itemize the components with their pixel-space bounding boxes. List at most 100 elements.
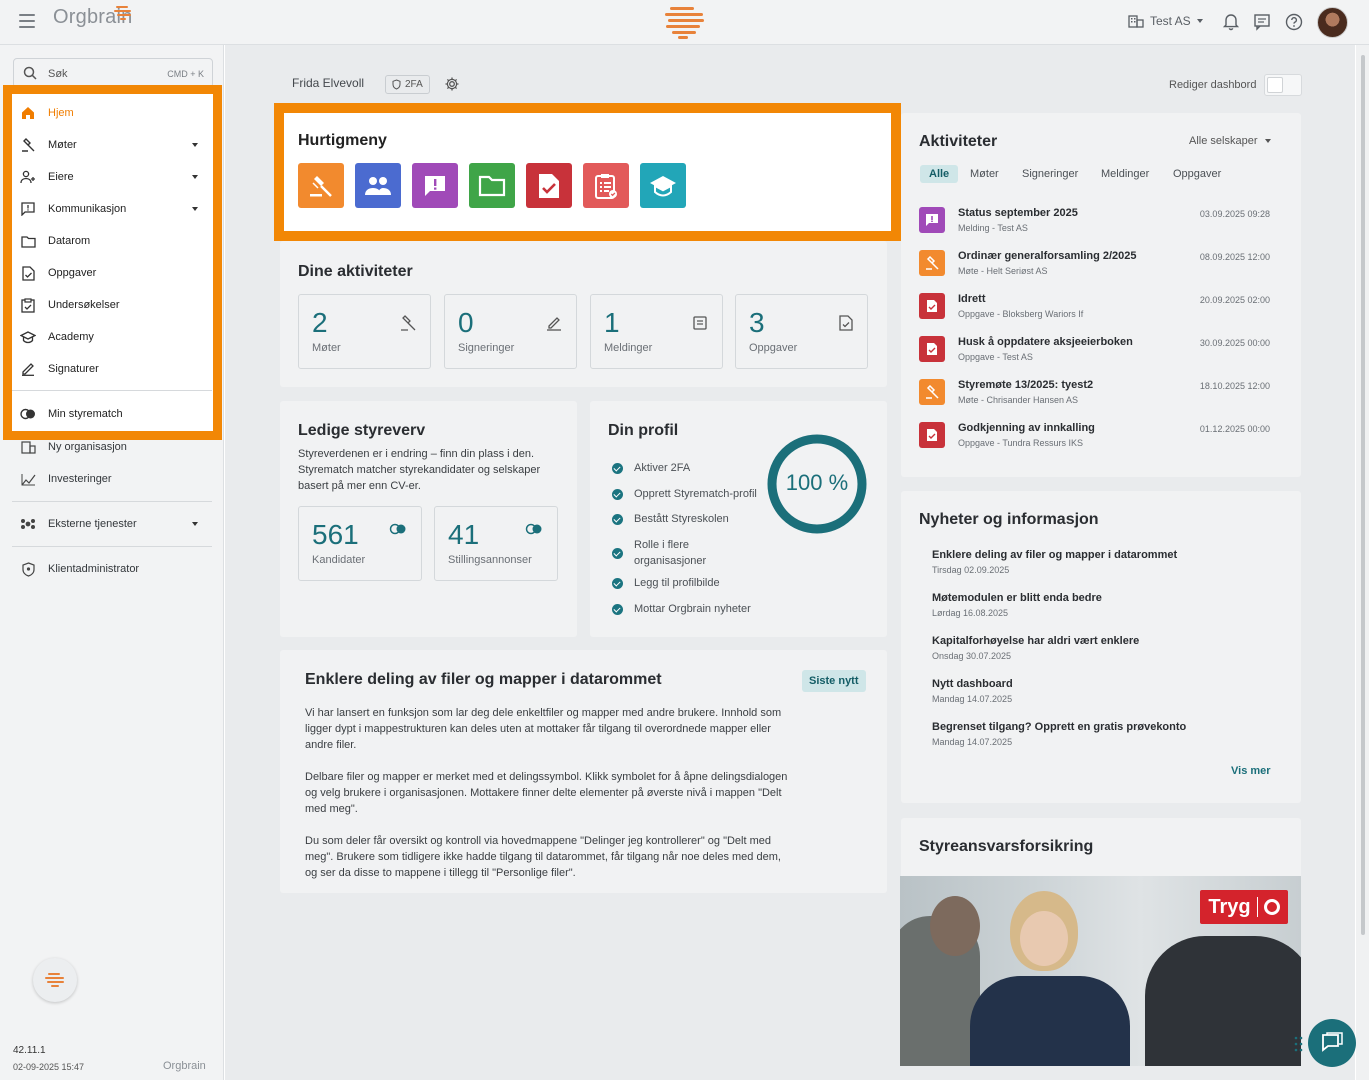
sidebar-item-tasks[interactable]: Oppgaver xyxy=(20,263,200,283)
activity-title: Ordinær generalforsamling 2/2025 xyxy=(958,250,1137,262)
search-label: Søk xyxy=(48,68,68,80)
sidebar-item-surveys[interactable]: Undersøkelser xyxy=(20,295,200,315)
gavel-icon xyxy=(20,137,36,153)
stat-tasks[interactable]: 3 Oppgaver xyxy=(735,294,868,369)
profile-title: Din profil xyxy=(608,422,679,439)
owners-icon xyxy=(20,169,36,185)
stat-signatures[interactable]: 0 Signeringer xyxy=(444,294,577,369)
sidebar-item-owners[interactable]: Eiere xyxy=(20,167,200,187)
folder-icon xyxy=(478,175,506,196)
tab-tasks[interactable]: Oppgaver xyxy=(1173,168,1221,180)
news-item-date: Onsdag 30.07.2025 xyxy=(932,651,1012,661)
stat-meetings[interactable]: 2 Møter xyxy=(298,294,431,369)
chat-icon[interactable] xyxy=(1252,12,1272,32)
orgbrain-logo-icon[interactable] xyxy=(662,4,708,40)
task-check-icon xyxy=(919,422,945,448)
academy-icon xyxy=(20,329,36,345)
company-selector[interactable]: Test AS xyxy=(1128,14,1203,28)
chevron-down-icon xyxy=(192,175,198,179)
gavel-icon xyxy=(919,379,945,405)
sidebar-item-communication[interactable]: Kommunikasjon xyxy=(20,199,200,219)
article-paragraph: Du som deler får oversikt og kontroll vi… xyxy=(305,835,781,879)
stat-job-ads[interactable]: 41 Stillingsannonser xyxy=(434,506,558,581)
sidebar-item-label: Klientadministrator xyxy=(48,563,140,575)
news-item[interactable]: Kapitalforhøyelse har aldri vært enklere… xyxy=(932,635,1139,661)
activity-row[interactable]: Styremøte 13/2025: tyest2 Møte - Chrisand… xyxy=(919,379,1275,415)
activity-row[interactable]: Godkjenning av innkalling Oppgave - Tundr… xyxy=(919,422,1275,458)
sidebar-item-new-organization[interactable]: Ny organisasjon xyxy=(20,437,200,457)
activity-row[interactable]: Idrett Oppgave - Bloksberg Wariors If 20.0… xyxy=(919,293,1275,329)
drag-handle-icon[interactable] xyxy=(1294,1036,1304,1052)
sidebar-item-investments[interactable]: Investeringer xyxy=(20,469,200,489)
gavel-icon xyxy=(919,250,945,276)
tab-signatures[interactable]: Signeringer xyxy=(1022,168,1078,180)
message-alert-icon xyxy=(20,201,36,217)
version-number: 42.11.1 xyxy=(13,1045,46,1056)
sidebar-item-dataroom[interactable]: Datarom xyxy=(20,231,200,251)
stat-label: Stillingsannonser xyxy=(448,554,532,566)
news-item-date: Tirsdag 02.09.2025 xyxy=(932,565,1010,575)
company-name: Test AS xyxy=(1150,14,1191,28)
person-figure xyxy=(1145,936,1301,1066)
quick-dataroom-button[interactable] xyxy=(469,163,515,208)
quick-survey-button[interactable] xyxy=(583,163,629,208)
activity-subtitle: Møte - Helt Seriøst AS xyxy=(958,266,1048,276)
quick-meeting-button[interactable] xyxy=(298,163,344,208)
quick-academy-button[interactable] xyxy=(640,163,686,208)
sidebar-item-client-admin[interactable]: Klientadministrator xyxy=(20,559,200,579)
avatar[interactable] xyxy=(1317,7,1348,38)
sidebar-item-signatures[interactable]: Signaturer xyxy=(20,359,200,379)
search-input[interactable]: Søk CMD + K xyxy=(13,58,213,88)
help-icon[interactable] xyxy=(1284,12,1304,32)
orgbrain-fab-button[interactable] xyxy=(33,958,77,1002)
people-icon xyxy=(365,176,391,195)
activity-title: Husk å oppdatere aksjeeierboken xyxy=(958,336,1133,348)
quickmenu-card: Hurtigmeny xyxy=(274,103,901,241)
profile-check-item: Bestått Styreskolen xyxy=(612,513,729,525)
tab-all[interactable]: Alle xyxy=(920,165,959,183)
news-item-title: Møtemodulen er blitt enda bedre xyxy=(932,592,1102,604)
stat-messages[interactable]: 1 Meldinger xyxy=(590,294,723,369)
check-circle-icon xyxy=(612,578,623,589)
stat-label: Møter xyxy=(312,342,341,354)
stat-candidates[interactable]: 561 Kandidater xyxy=(298,506,422,581)
tab-meetings[interactable]: Møter xyxy=(970,168,999,180)
scrollbar[interactable] xyxy=(1356,45,1369,1080)
sidebar-item-styrematch[interactable]: Min styrematch xyxy=(20,404,200,424)
sidebar-item-academy[interactable]: Academy xyxy=(20,327,200,347)
sidebar-item-home[interactable]: Hjem xyxy=(20,103,200,123)
quick-owners-button[interactable] xyxy=(355,163,401,208)
check-circle-icon xyxy=(612,463,623,474)
insurance-photo[interactable]: Tryg xyxy=(900,876,1301,1066)
stat-label: Oppgaver xyxy=(749,342,798,354)
edit-dashboard-toggle[interactable] xyxy=(1264,74,1302,96)
bell-icon[interactable] xyxy=(1221,12,1241,32)
activity-date: 08.09.2025 12:00 xyxy=(1199,252,1270,262)
activity-row[interactable]: Husk å oppdatere aksjeeierboken Oppgave -… xyxy=(919,336,1275,372)
stat-value: 0 xyxy=(458,307,474,338)
company-filter-dropdown[interactable]: Alle selskaper xyxy=(1189,135,1272,147)
profile-percent: 100 % xyxy=(785,470,849,495)
tab-messages[interactable]: Meldinger xyxy=(1101,168,1149,180)
article-paragraph: Vi har lansert en funksjon som lar deg d… xyxy=(305,707,782,751)
show-more-link[interactable]: Vis mer xyxy=(1231,765,1271,777)
board-positions-title: Ledige styreverv xyxy=(298,422,426,439)
gavel-icon xyxy=(401,315,416,331)
activity-subtitle: Møte - Chrisander Hansen AS xyxy=(958,395,1079,405)
quick-message-button[interactable] xyxy=(412,163,458,208)
quick-task-button[interactable] xyxy=(526,163,572,208)
person-figure xyxy=(970,976,1130,1066)
news-item[interactable]: Møtemodulen er blitt enda bedre Lørdag 16… xyxy=(932,592,1102,618)
news-item[interactable]: Begrenset tilgang? Opprett en gratis prø… xyxy=(932,721,1186,747)
activity-row[interactable]: Status september 2025 Melding - Test AS 03… xyxy=(919,207,1275,243)
news-item[interactable]: Enklere deling av filer og mapper i data… xyxy=(932,549,1177,575)
styrematch-icon xyxy=(20,406,36,422)
sidebar-item-meetings[interactable]: Møter xyxy=(20,135,200,155)
menu-icon[interactable] xyxy=(19,14,35,28)
gear-icon[interactable] xyxy=(444,76,460,92)
sidebar-item-external-services[interactable]: Eksterne tjenester xyxy=(20,514,200,534)
activity-row[interactable]: Ordinær generalforsamling 2/2025 Møte - H… xyxy=(919,250,1275,286)
twofa-badge: 2FA xyxy=(385,75,430,94)
support-chat-button[interactable] xyxy=(1308,1019,1356,1067)
news-item[interactable]: Nytt dashboard Mandag 14.07.2025 xyxy=(932,678,1013,704)
